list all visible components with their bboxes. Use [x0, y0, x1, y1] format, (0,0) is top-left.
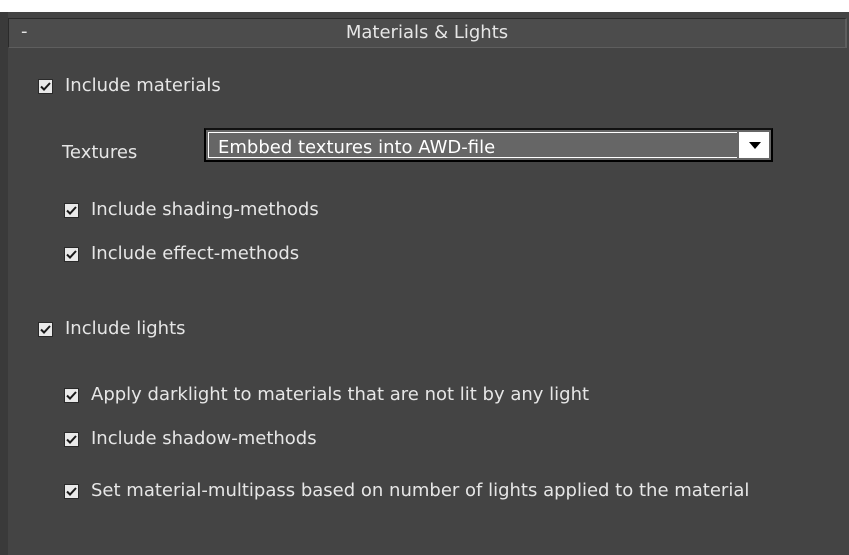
rollout-title: Materials & Lights — [345, 22, 509, 43]
include-effect-label: Include effect-methods — [91, 243, 300, 264]
check-icon — [40, 81, 51, 91]
chevron-down-icon — [749, 142, 761, 149]
include-lights-checkbox[interactable] — [38, 321, 53, 337]
left-edge — [0, 12, 8, 555]
apply-darklight-row[interactable]: Apply darklight to materials that are no… — [64, 383, 589, 407]
include-shading-row[interactable]: Include shading-methods — [64, 198, 319, 222]
set-multipass-checkbox[interactable] — [64, 483, 79, 499]
check-icon — [66, 486, 77, 496]
textures-dropdown-value: Embbed textures into AWD-file — [218, 137, 496, 158]
apply-darklight-label: Apply darklight to materials that are no… — [91, 384, 590, 405]
include-effect-checkbox[interactable] — [64, 246, 79, 262]
include-materials-checkbox[interactable] — [38, 78, 53, 94]
include-materials-label: Include materials — [65, 75, 221, 96]
include-shading-checkbox[interactable] — [64, 202, 79, 218]
include-effect-row[interactable]: Include effect-methods — [64, 242, 299, 266]
textures-dropdown-button[interactable] — [739, 132, 769, 158]
include-shading-label: Include shading-methods — [91, 199, 319, 220]
textures-label: Textures — [62, 142, 138, 163]
include-lights-row[interactable]: Include lights — [38, 317, 186, 341]
apply-darklight-checkbox[interactable] — [64, 387, 79, 403]
textures-dropdown[interactable]: Embbed textures into AWD-file — [204, 128, 773, 162]
set-multipass-label: Set material-multipass based on number o… — [91, 480, 750, 501]
include-shadow-row[interactable]: Include shadow-methods — [64, 427, 317, 451]
check-icon — [66, 390, 77, 400]
include-shadow-label: Include shadow-methods — [91, 428, 317, 449]
check-icon — [66, 434, 77, 444]
check-icon — [40, 324, 51, 334]
top-strip — [0, 0, 849, 12]
include-materials-row[interactable]: Include materials — [38, 74, 221, 98]
include-lights-label: Include lights — [65, 318, 186, 339]
set-multipass-row[interactable]: Set material-multipass based on number o… — [64, 479, 749, 503]
include-shadow-checkbox[interactable] — [64, 431, 79, 447]
check-icon — [66, 249, 77, 259]
textures-dropdown-field[interactable]: Embbed textures into AWD-file — [208, 132, 737, 158]
check-icon — [66, 205, 77, 215]
rollout-header[interactable]: - Materials & Lights — [8, 18, 847, 48]
